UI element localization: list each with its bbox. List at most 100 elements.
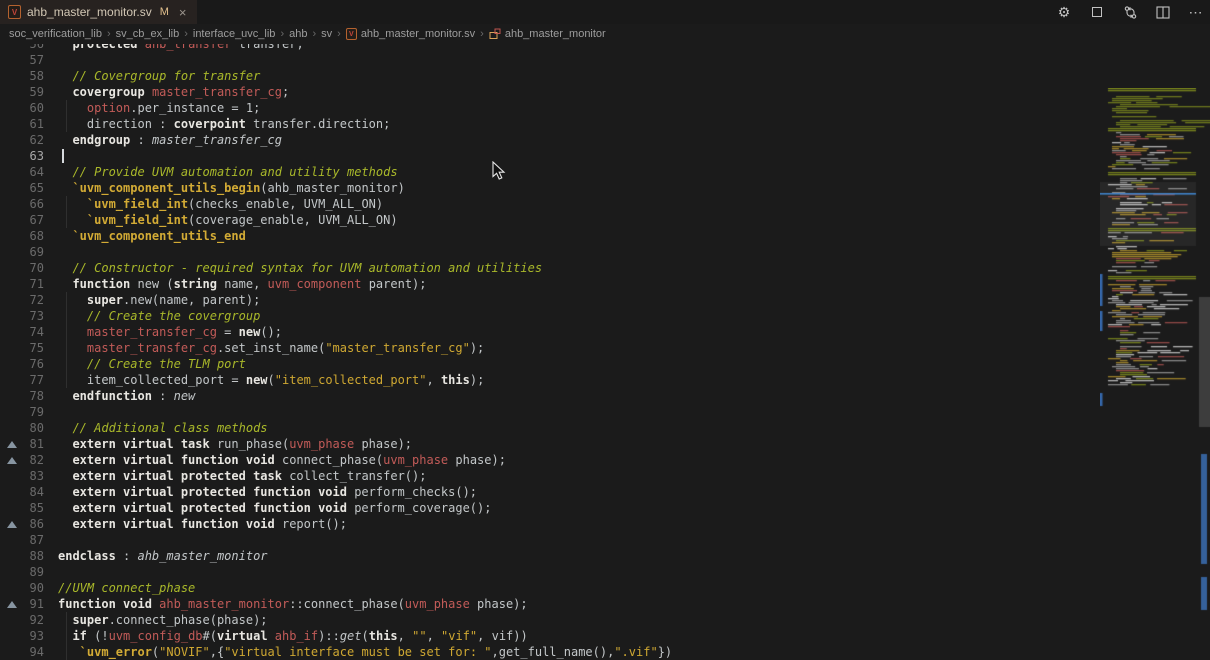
code-line-88[interactable]: 88endclass : ahb_master_monitor [0, 548, 1210, 564]
token: report(); [275, 517, 347, 531]
token: new [246, 373, 268, 387]
token: "" [412, 629, 426, 643]
gutter-margin [0, 404, 24, 420]
code-line-72[interactable]: 72 super.new(name, parent); [0, 292, 1210, 308]
code-line-75[interactable]: 75 master_transfer_cg.set_inst_name("mas… [0, 340, 1210, 356]
token: ahb_transfer [145, 44, 232, 51]
code-line-91[interactable]: 91function void ahb_master_monitor::conn… [0, 596, 1210, 612]
token: // Covergroup for transfer [58, 69, 260, 83]
line-number: 75 [24, 340, 44, 356]
code-line-76[interactable]: 76 // Create the TLM port [0, 356, 1210, 372]
token: `uvm_component_utils_end [58, 229, 246, 243]
breadcrumb-label: soc_verification_lib [9, 28, 102, 40]
token: : [152, 389, 174, 403]
token: uvm_phase [405, 597, 470, 611]
code-line-73[interactable]: 73 // Create the covergroup [0, 308, 1210, 324]
token: new [239, 325, 261, 339]
breadcrumb-item-ahb-master-monitor[interactable]: ahb_master_monitor [489, 28, 606, 40]
token: ( [362, 629, 369, 643]
gutter-margin [0, 228, 24, 244]
token: run_phase( [210, 437, 289, 451]
close-icon[interactable]: × [179, 5, 187, 20]
tab-ahb-master-monitor[interactable]: V ahb_master_monitor.sv M × [0, 0, 197, 24]
code-line-56[interactable]: 56 protected ahb_transfer transfer; [0, 44, 1210, 52]
settings-gear-icon[interactable]: ⚙ [1056, 4, 1072, 20]
code-line-68[interactable]: 68 `uvm_component_utils_end [0, 228, 1210, 244]
code-line-84[interactable]: 84 extern virtual protected function voi… [0, 484, 1210, 500]
code-line-61[interactable]: 61 direction : coverpoint transfer.direc… [0, 116, 1210, 132]
token: ".vif" [614, 645, 657, 659]
code-line-57[interactable]: 57 [0, 52, 1210, 68]
token: "NOVIF" [159, 645, 210, 659]
split-editor-icon[interactable] [1155, 4, 1171, 20]
code-line-81[interactable]: 81 extern virtual task run_phase(uvm_pha… [0, 436, 1210, 452]
token: extern virtual protected function void [58, 501, 347, 515]
breadcrumb-item-soc-verification-lib[interactable]: soc_verification_lib [9, 28, 102, 40]
token: //UVM connect_phase [58, 581, 195, 595]
more-actions-icon[interactable]: ⋯ [1188, 4, 1204, 20]
git-compare-icon[interactable] [1122, 4, 1138, 20]
code-line-60[interactable]: 60 option.per_instance = 1; [0, 100, 1210, 116]
code-line-92[interactable]: 92 super.connect_phase(phase); [0, 612, 1210, 628]
code-editor[interactable]: 56 protected ahb_transfer transfer;5758 … [0, 44, 1210, 660]
breadcrumb-item-sv-cb-ex-lib[interactable]: sv_cb_ex_lib [116, 28, 180, 40]
token: "vif" [441, 629, 477, 643]
code-line-86[interactable]: 86 extern virtual function void report()… [0, 516, 1210, 532]
code-line-74[interactable]: 74 master_transfer_cg = new(); [0, 324, 1210, 340]
code-line-80[interactable]: 80 // Additional class methods [0, 420, 1210, 436]
gutter-change-triangle [0, 596, 24, 612]
code-line-79[interactable]: 79 [0, 404, 1210, 420]
line-number: 93 [24, 628, 44, 644]
code-line-87[interactable]: 87 [0, 532, 1210, 548]
code-line-94[interactable]: 94 `uvm_error("NOVIF",{"virtual interfac… [0, 644, 1210, 660]
code-line-64[interactable]: 64 // Provide UVM automation and utility… [0, 164, 1210, 180]
breadcrumb-item-sv[interactable]: sv [321, 28, 332, 40]
gutter-margin [0, 372, 24, 388]
breadcrumb-item-ahb[interactable]: ahb [289, 28, 307, 40]
code-line-58[interactable]: 58 // Covergroup for transfer [0, 68, 1210, 84]
breadcrumb-item-ahb-master-monitor-sv[interactable]: Vahb_master_monitor.sv [346, 28, 475, 40]
token: perform_checks(); [347, 485, 477, 499]
code-line-59[interactable]: 59 covergroup master_transfer_cg; [0, 84, 1210, 100]
token: .new(name, parent); [123, 293, 260, 307]
token: master_transfer_cg [152, 85, 282, 99]
token: virtual [217, 629, 268, 643]
indent-guide [66, 628, 67, 644]
code-line-89[interactable]: 89 [0, 564, 1210, 580]
token: this [369, 629, 398, 643]
code-line-93[interactable]: 93 if (!uvm_config_db#(virtual ahb_if)::… [0, 628, 1210, 644]
code-line-66[interactable]: 66 `uvm_field_int(checks_enable, UVM_ALL… [0, 196, 1210, 212]
stop-square-icon[interactable] [1089, 4, 1105, 20]
indent-guide [66, 372, 67, 388]
code-line-77[interactable]: 77 item_collected_port = new("item_colle… [0, 372, 1210, 388]
gutter-margin [0, 292, 24, 308]
code-line-70[interactable]: 70 // Constructor - required syntax for … [0, 260, 1210, 276]
code-line-67[interactable]: 67 `uvm_field_int(coverage_enable, UVM_A… [0, 212, 1210, 228]
gutter-change-triangle [0, 436, 24, 452]
gutter-margin [0, 132, 24, 148]
minimap[interactable] [1100, 88, 1210, 660]
code-line-78[interactable]: 78 endfunction : new [0, 388, 1210, 404]
code-line-90[interactable]: 90 //UVM connect_phase [0, 580, 1210, 596]
token: perform_coverage(); [347, 501, 492, 515]
line-number: 86 [24, 516, 44, 532]
line-content: // Covergroup for transfer [44, 68, 260, 84]
line-number: 68 [24, 228, 44, 244]
code-line-71[interactable]: 71 function new (string name, uvm_compon… [0, 276, 1210, 292]
line-number: 90 [24, 580, 44, 596]
breadcrumb-item-interface-uvc-lib[interactable]: interface_uvc_lib [193, 28, 276, 40]
line-number: 56 [24, 44, 44, 52]
code-line-63[interactable]: 63 [0, 148, 1210, 164]
code-line-62[interactable]: 62 endgroup : master_transfer_cg [0, 132, 1210, 148]
token: covergroup [58, 85, 145, 99]
code-line-82[interactable]: 82 extern virtual function void connect_… [0, 452, 1210, 468]
code-line-85[interactable]: 85 extern virtual protected function voi… [0, 500, 1210, 516]
token: ahb_master_monitor [137, 549, 267, 563]
code-line-69[interactable]: 69 [0, 244, 1210, 260]
code-line-65[interactable]: 65 `uvm_component_utils_begin(ahb_master… [0, 180, 1210, 196]
breadcrumb-separator: › [337, 28, 341, 40]
gutter-margin [0, 548, 24, 564]
token: extern virtual protected task [58, 469, 282, 483]
code-line-83[interactable]: 83 extern virtual protected task collect… [0, 468, 1210, 484]
gutter-margin [0, 628, 24, 644]
